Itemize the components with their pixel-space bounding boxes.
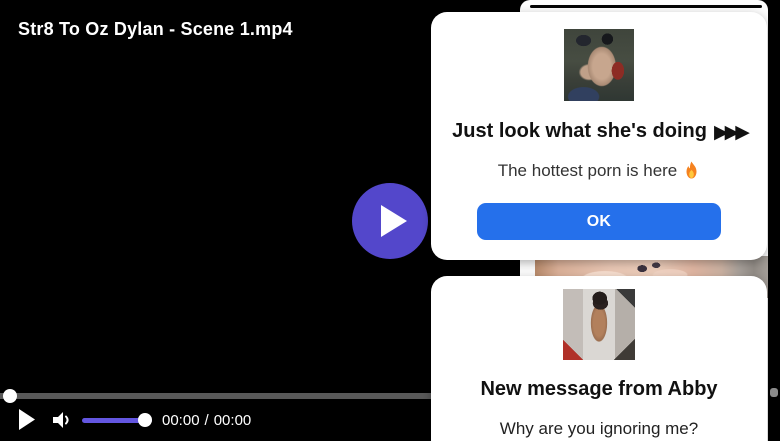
popup-subtitle-text: The hottest porn is here [497, 161, 678, 180]
speaker-icon [53, 412, 69, 428]
time-separator: / [204, 412, 209, 429]
ok-button[interactable]: OK [477, 203, 721, 240]
page: Str8 To Oz Dylan - Scene 1.mp4 00:00 / 0… [0, 0, 780, 441]
duration: 00:00 [213, 412, 252, 429]
video-title: Str8 To Oz Dylan - Scene 1.mp4 [18, 19, 293, 39]
triple-play-arrows-icon: ▶▶▶ [713, 122, 750, 143]
ok-button-label: OK [586, 212, 612, 230]
popup-hot-ad[interactable]: Just look what she's doing ▶▶▶ The hottes… [431, 12, 767, 260]
time-display: 00:00 / 00:00 [162, 412, 251, 429]
page-scrollbar[interactable] [768, 0, 780, 441]
volume-thumb[interactable] [138, 413, 152, 427]
panel-top-line [530, 5, 762, 8]
fire-icon [686, 161, 697, 179]
message-thumbnail-image[interactable] [563, 289, 635, 360]
popup-heading: Just look what she's doing ▶▶▶ [431, 120, 767, 144]
mute-button[interactable] [51, 409, 73, 436]
popup-heading-text: Just look what she's doing [452, 120, 707, 142]
popup-subtitle: The hottest porn is here [431, 161, 767, 181]
message-text: Why are you ignoring me? [499, 419, 699, 438]
big-play-button[interactable] [352, 183, 428, 259]
scrollbar-thumb[interactable] [770, 388, 778, 397]
play-icon [19, 409, 35, 430]
popup-thumbnail-image[interactable] [564, 29, 634, 101]
play-icon [381, 205, 407, 237]
seek-thumb[interactable] [3, 389, 17, 403]
popup-new-message[interactable]: New message from Abby Why are you ignori… [431, 276, 767, 441]
message-heading: New message from Abby [480, 378, 718, 400]
current-time: 00:00 [162, 412, 200, 429]
play-button[interactable] [18, 408, 36, 436]
